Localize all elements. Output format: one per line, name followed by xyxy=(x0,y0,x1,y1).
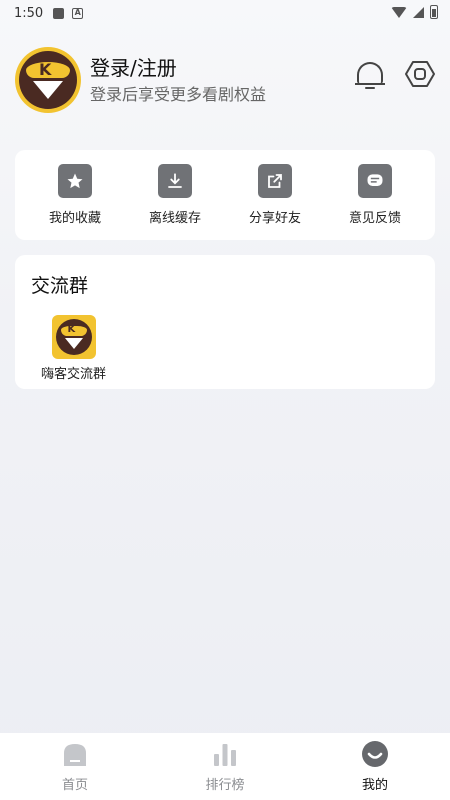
status-bar: 1:50 A xyxy=(0,0,450,26)
group-title: 交流群 xyxy=(31,275,89,297)
offline-cache-label: 离线缓存 xyxy=(148,211,201,226)
nav-profile[interactable]: 我的 xyxy=(325,740,425,793)
image-icon xyxy=(53,7,65,19)
ranking-icon xyxy=(211,740,239,768)
a-icon: A xyxy=(72,7,84,19)
profile-icon xyxy=(361,740,389,768)
offline-cache-button[interactable]: 离线缓存 xyxy=(130,164,220,226)
status-time: 1:50 xyxy=(14,5,44,21)
share-friends-button[interactable]: 分享好友 xyxy=(230,164,320,226)
favorites-label: 我的收藏 xyxy=(48,211,101,226)
login-subtitle: 登录后享受更多看剧权益 xyxy=(90,85,267,104)
feedback-button[interactable]: 意见反馈 xyxy=(330,164,420,226)
star-icon xyxy=(58,164,92,198)
app-logo-icon: K xyxy=(19,51,77,109)
download-icon xyxy=(158,164,192,198)
settings-icon[interactable] xyxy=(405,59,435,89)
avatar[interactable]: K xyxy=(15,47,81,113)
battery-icon xyxy=(430,5,438,19)
tools-card: 我的收藏 离线缓存 分享好友 意见反馈 xyxy=(15,150,435,240)
nav-home-label: 首页 xyxy=(61,778,88,793)
group-item-haike[interactable]: K 嗨客交流群 xyxy=(41,315,106,382)
nav-ranking[interactable]: 排行榜 xyxy=(175,740,275,793)
bottom-nav: 首页 排行榜 我的 xyxy=(0,733,450,800)
home-icon xyxy=(61,740,89,768)
wifi-icon xyxy=(391,6,407,18)
profile-header[interactable]: K 登录/注册 登录后享受更多看剧权益 xyxy=(15,45,435,115)
signal-icon xyxy=(413,6,424,18)
favorites-button[interactable]: 我的收藏 xyxy=(30,164,120,226)
nav-profile-label: 我的 xyxy=(361,778,388,793)
app-logo-icon: K xyxy=(51,315,96,359)
feedback-icon xyxy=(358,164,392,198)
nav-home[interactable]: 首页 xyxy=(25,740,125,793)
nav-ranking-label: 排行榜 xyxy=(205,778,245,793)
group-item-label: 嗨客交流群 xyxy=(41,367,107,382)
login-register-link[interactable]: 登录/注册 xyxy=(90,55,266,81)
group-card: 交流群 K 嗨客交流群 xyxy=(15,255,435,389)
share-friends-label: 分享好友 xyxy=(248,211,301,226)
share-icon xyxy=(258,164,292,198)
bell-icon[interactable] xyxy=(355,59,385,91)
feedback-label: 意见反馈 xyxy=(348,211,401,226)
